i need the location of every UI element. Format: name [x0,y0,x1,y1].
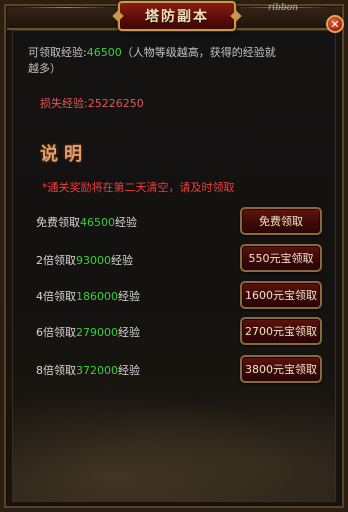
reward-suffix: 经验 [118,364,140,377]
reward-prefix: 6倍领取 [36,326,76,339]
reward-prefix: 2倍领取 [36,254,76,267]
claimable-exp-note-line2: 越多） [28,60,61,76]
lost-exp-label: 损失经验: [40,97,88,110]
frame-corner-text: ribbon [268,3,298,13]
description-title: 说明 [40,144,88,165]
claim-2x-button[interactable]: 550元宝领取 [240,244,322,272]
reward-prefix: 免费领取 [36,216,80,229]
reward-prefix: 8倍领取 [36,364,76,377]
reward-suffix: 经验 [115,216,137,229]
reward-exp-value: 93000 [76,254,111,267]
claimable-exp-line: 可领取经验:46500（人物等级越高，获得的经验就 [28,44,276,60]
reward-exp-value: 46500 [80,216,115,229]
lost-exp-value: 25226250 [87,97,144,110]
claimable-exp-note-cont: 越多） [28,62,61,75]
reward-exp-value: 279000 [76,326,118,339]
reward-notice: *通关奖励将在第二天清空，请及时领取 [42,181,235,194]
free-claim-button[interactable]: 免费领取 [240,207,322,235]
close-icon: ✕ [330,17,340,31]
lost-exp-line: 损失经验:25226250 [40,95,144,111]
close-button[interactable]: ✕ [326,15,344,33]
reward-exp-value: 186000 [76,290,118,303]
claimable-exp-label: 可领取经验: [28,46,87,59]
reward-exp-value: 372000 [76,364,118,377]
claim-6x-button[interactable]: 2700元宝领取 [240,317,322,345]
reward-suffix: 经验 [118,290,140,303]
reward-prefix: 4倍领取 [36,290,76,303]
reward-row-label: 2倍领取93000经验 [36,252,133,268]
reward-row-label: 4倍领取186000经验 [36,288,140,304]
reward-row-label: 免费领取46500经验 [36,214,137,230]
claim-4x-button[interactable]: 1600元宝领取 [240,281,322,309]
tower-defense-dungeon-window: 塔防副本 ribbon ✕ 可领取经验:46500（人物等级越高，获得的经验就 … [0,0,348,512]
reward-suffix: 经验 [111,254,133,267]
claim-8x-button[interactable]: 3800元宝领取 [240,355,322,383]
claimable-exp-value: 46500 [86,46,122,59]
reward-suffix: 经验 [118,326,140,339]
window-title: 塔防副本 [145,9,209,25]
reward-row-label: 6倍领取279000经验 [36,324,140,340]
reward-row-label: 8倍领取372000经验 [36,362,140,378]
title-plaque: 塔防副本 [112,1,242,31]
claimable-exp-note: （人物等级越高，获得的经验就 [121,46,276,59]
